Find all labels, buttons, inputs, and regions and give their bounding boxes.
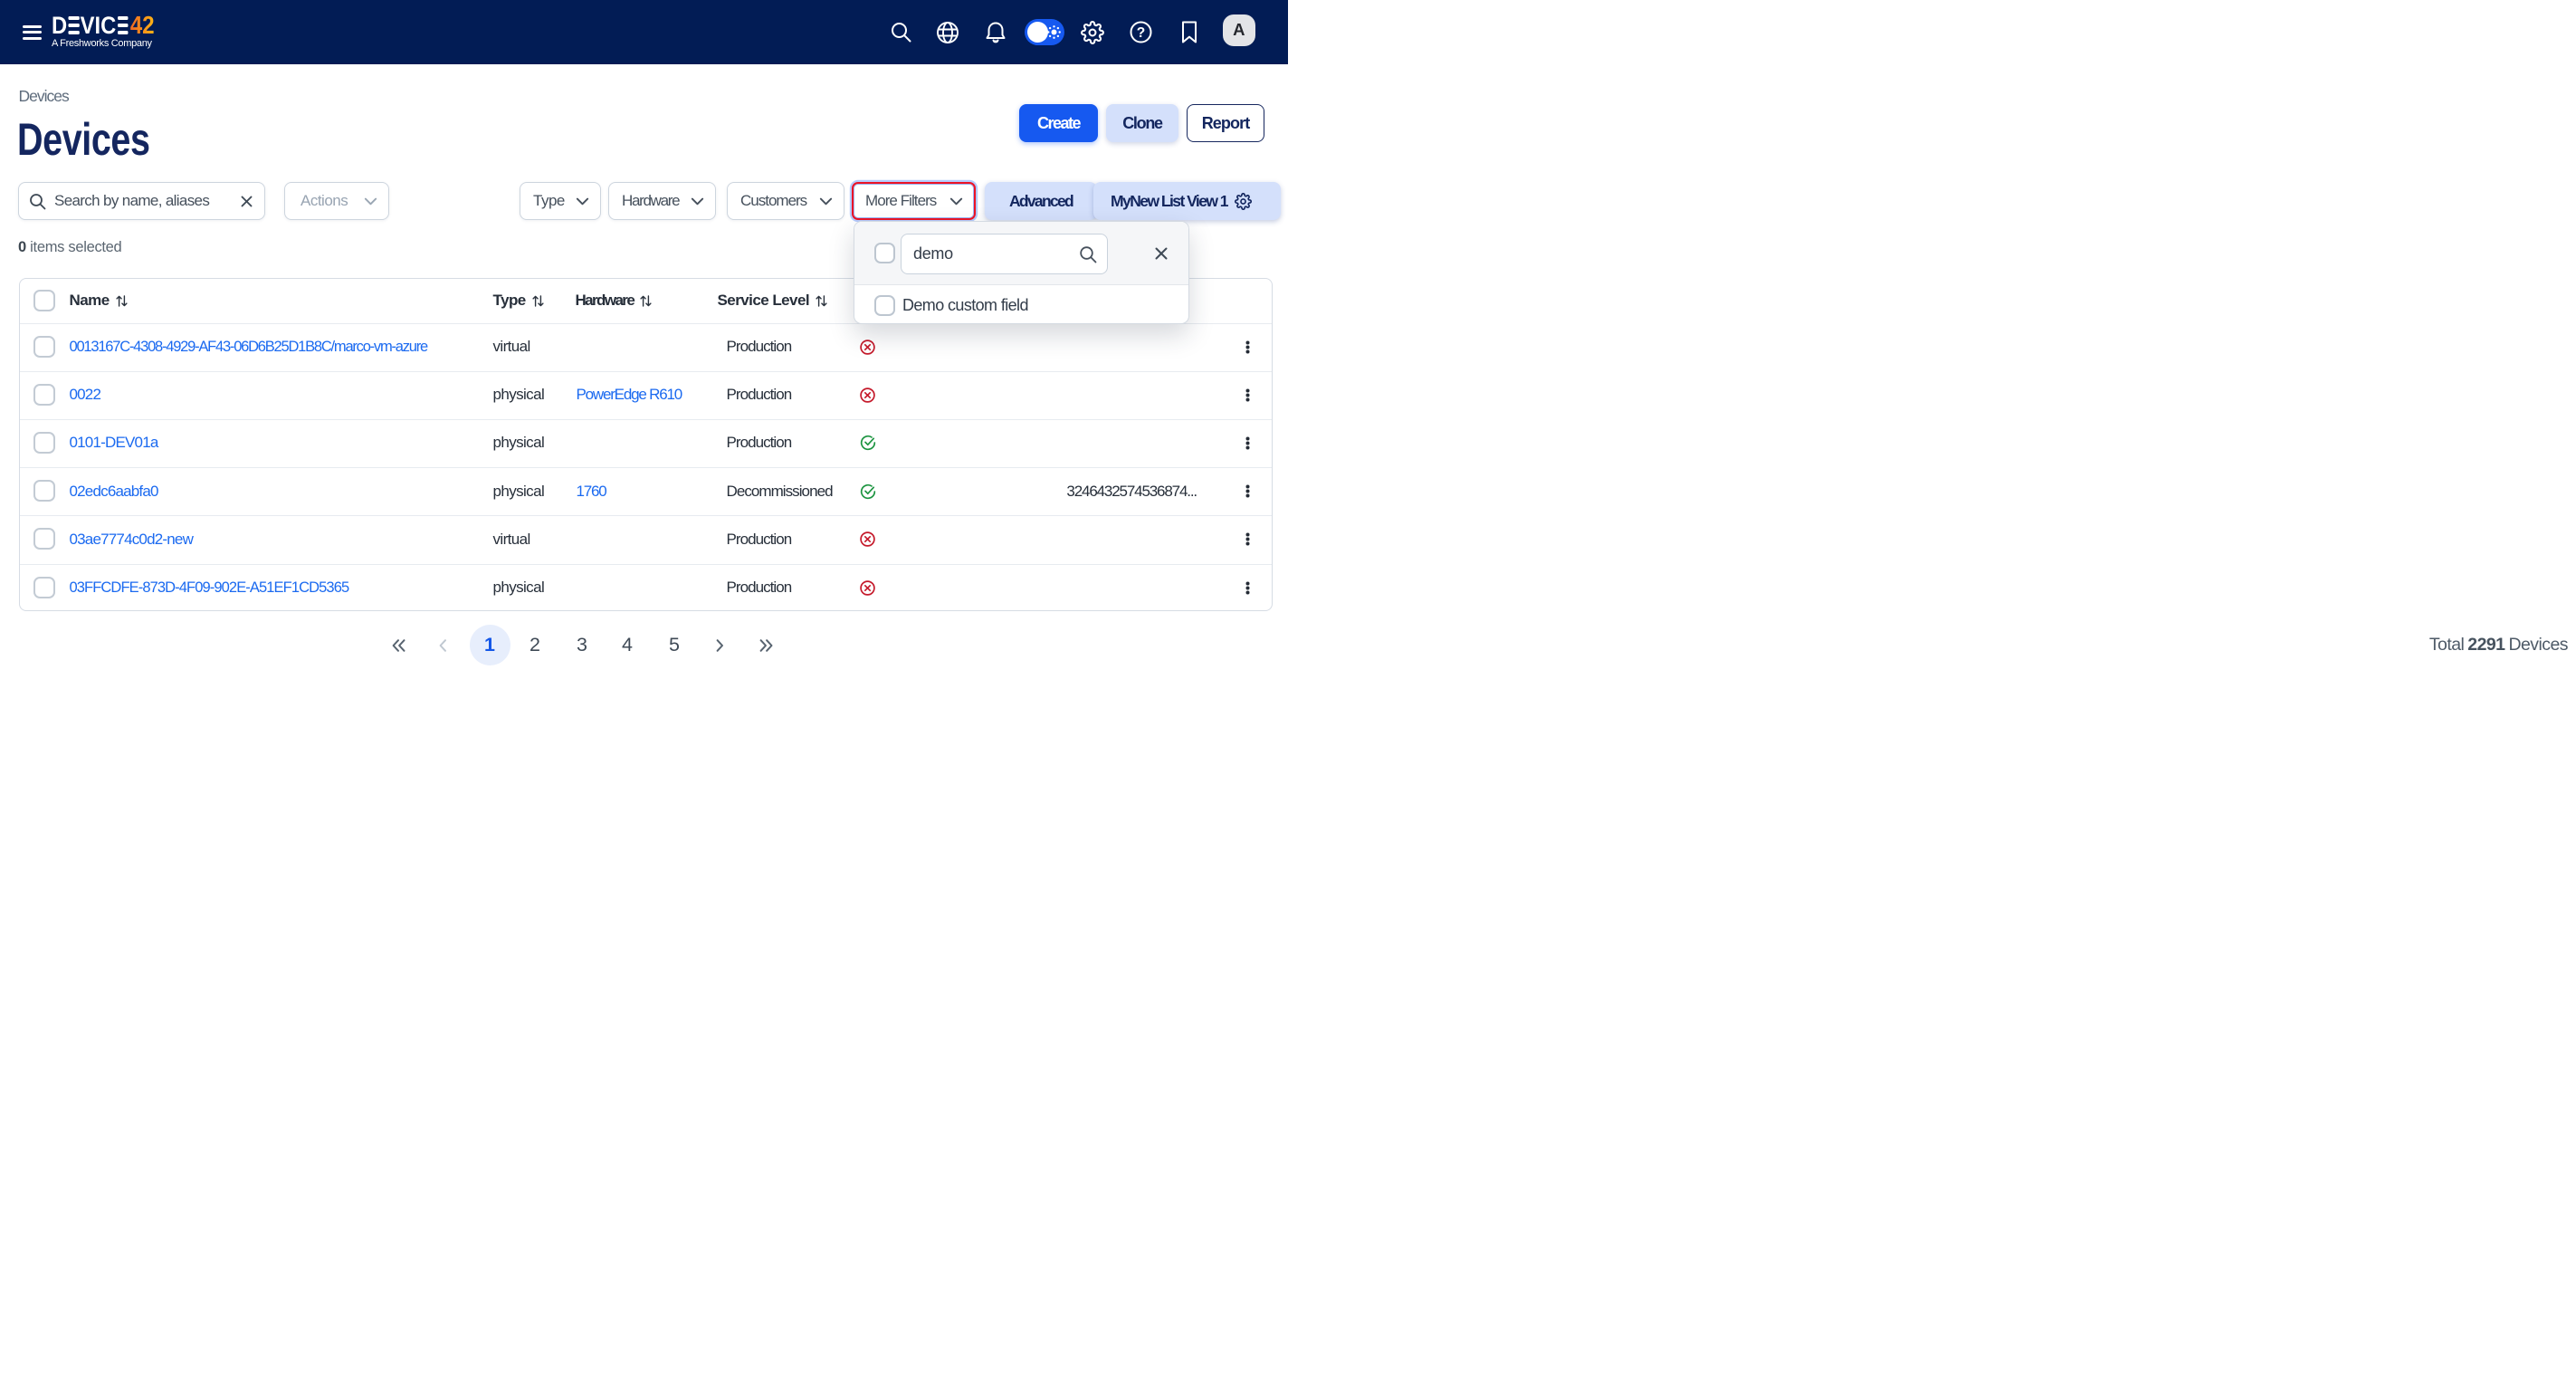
svg-text:?: ?: [1137, 25, 1145, 41]
